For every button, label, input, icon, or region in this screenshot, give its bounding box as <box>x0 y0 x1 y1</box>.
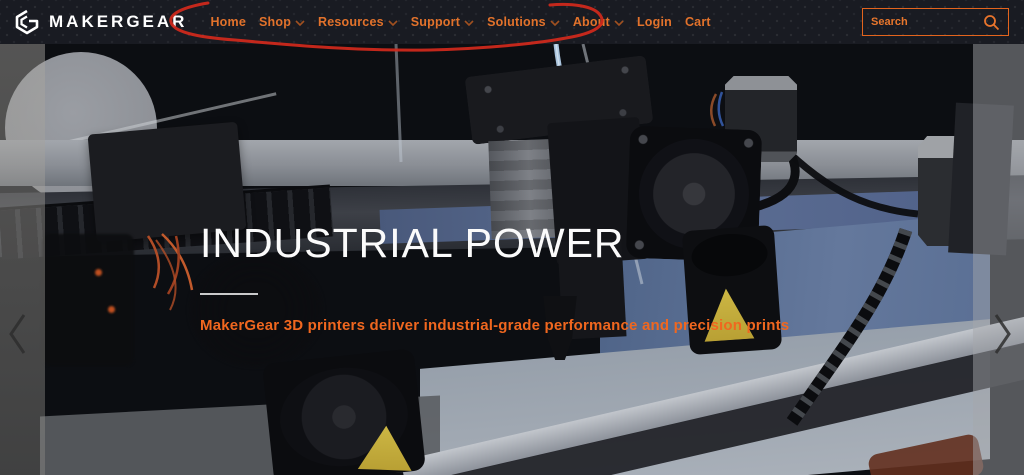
chevron-down-icon <box>614 20 624 26</box>
nav-item-cart[interactable]: Cart <box>684 11 712 33</box>
nav-item-about[interactable]: About <box>572 11 625 33</box>
chevron-down-icon <box>388 20 398 26</box>
chevron-down-icon <box>550 20 560 26</box>
search-input[interactable] <box>871 16 983 28</box>
hero-carousel: INDUSTRIAL POWER MakerGear 3D printers d… <box>0 44 1024 475</box>
search-box <box>862 8 1009 36</box>
carousel-next-button[interactable] <box>988 308 1016 360</box>
chevron-right-icon <box>994 314 1011 354</box>
nav-item-login[interactable]: Login <box>636 11 673 33</box>
nav-item-solutions[interactable]: Solutions <box>486 11 561 33</box>
cooling-fan <box>262 348 426 475</box>
carousel-left-edge <box>0 44 45 475</box>
nav-item-support[interactable]: Support <box>410 11 475 33</box>
carousel-prev-button[interactable] <box>4 308 32 360</box>
hero-tagline: MakerGear 3D printers deliver industrial… <box>200 317 790 334</box>
hero-title: INDUSTRIAL POWER <box>200 220 625 266</box>
top-nav-bar: MAKERGEAR Home Shop Resources Support So… <box>0 0 1024 44</box>
nav-item-shop[interactable]: Shop <box>258 11 306 33</box>
makergear-logo-icon <box>15 9 39 35</box>
brand-logo[interactable]: MAKERGEAR <box>14 9 187 35</box>
nav-item-resources[interactable]: Resources <box>317 11 399 33</box>
nav-item-home[interactable]: Home <box>209 11 247 33</box>
brand-name: MAKERGEAR <box>49 12 188 31</box>
main-nav: Home Shop Resources Support Solutions Ab… <box>209 11 711 33</box>
carousel-right-edge <box>973 44 1024 475</box>
chevron-down-icon <box>464 20 474 26</box>
chevron-down-icon <box>295 20 305 26</box>
search-icon[interactable] <box>983 14 1000 31</box>
chevron-left-icon <box>9 314 26 354</box>
page: MAKERGEAR Home Shop Resources Support So… <box>0 0 1024 475</box>
title-divider <box>200 293 258 295</box>
hero-text-block: INDUSTRIAL POWER MakerGear 3D printers d… <box>200 220 840 334</box>
